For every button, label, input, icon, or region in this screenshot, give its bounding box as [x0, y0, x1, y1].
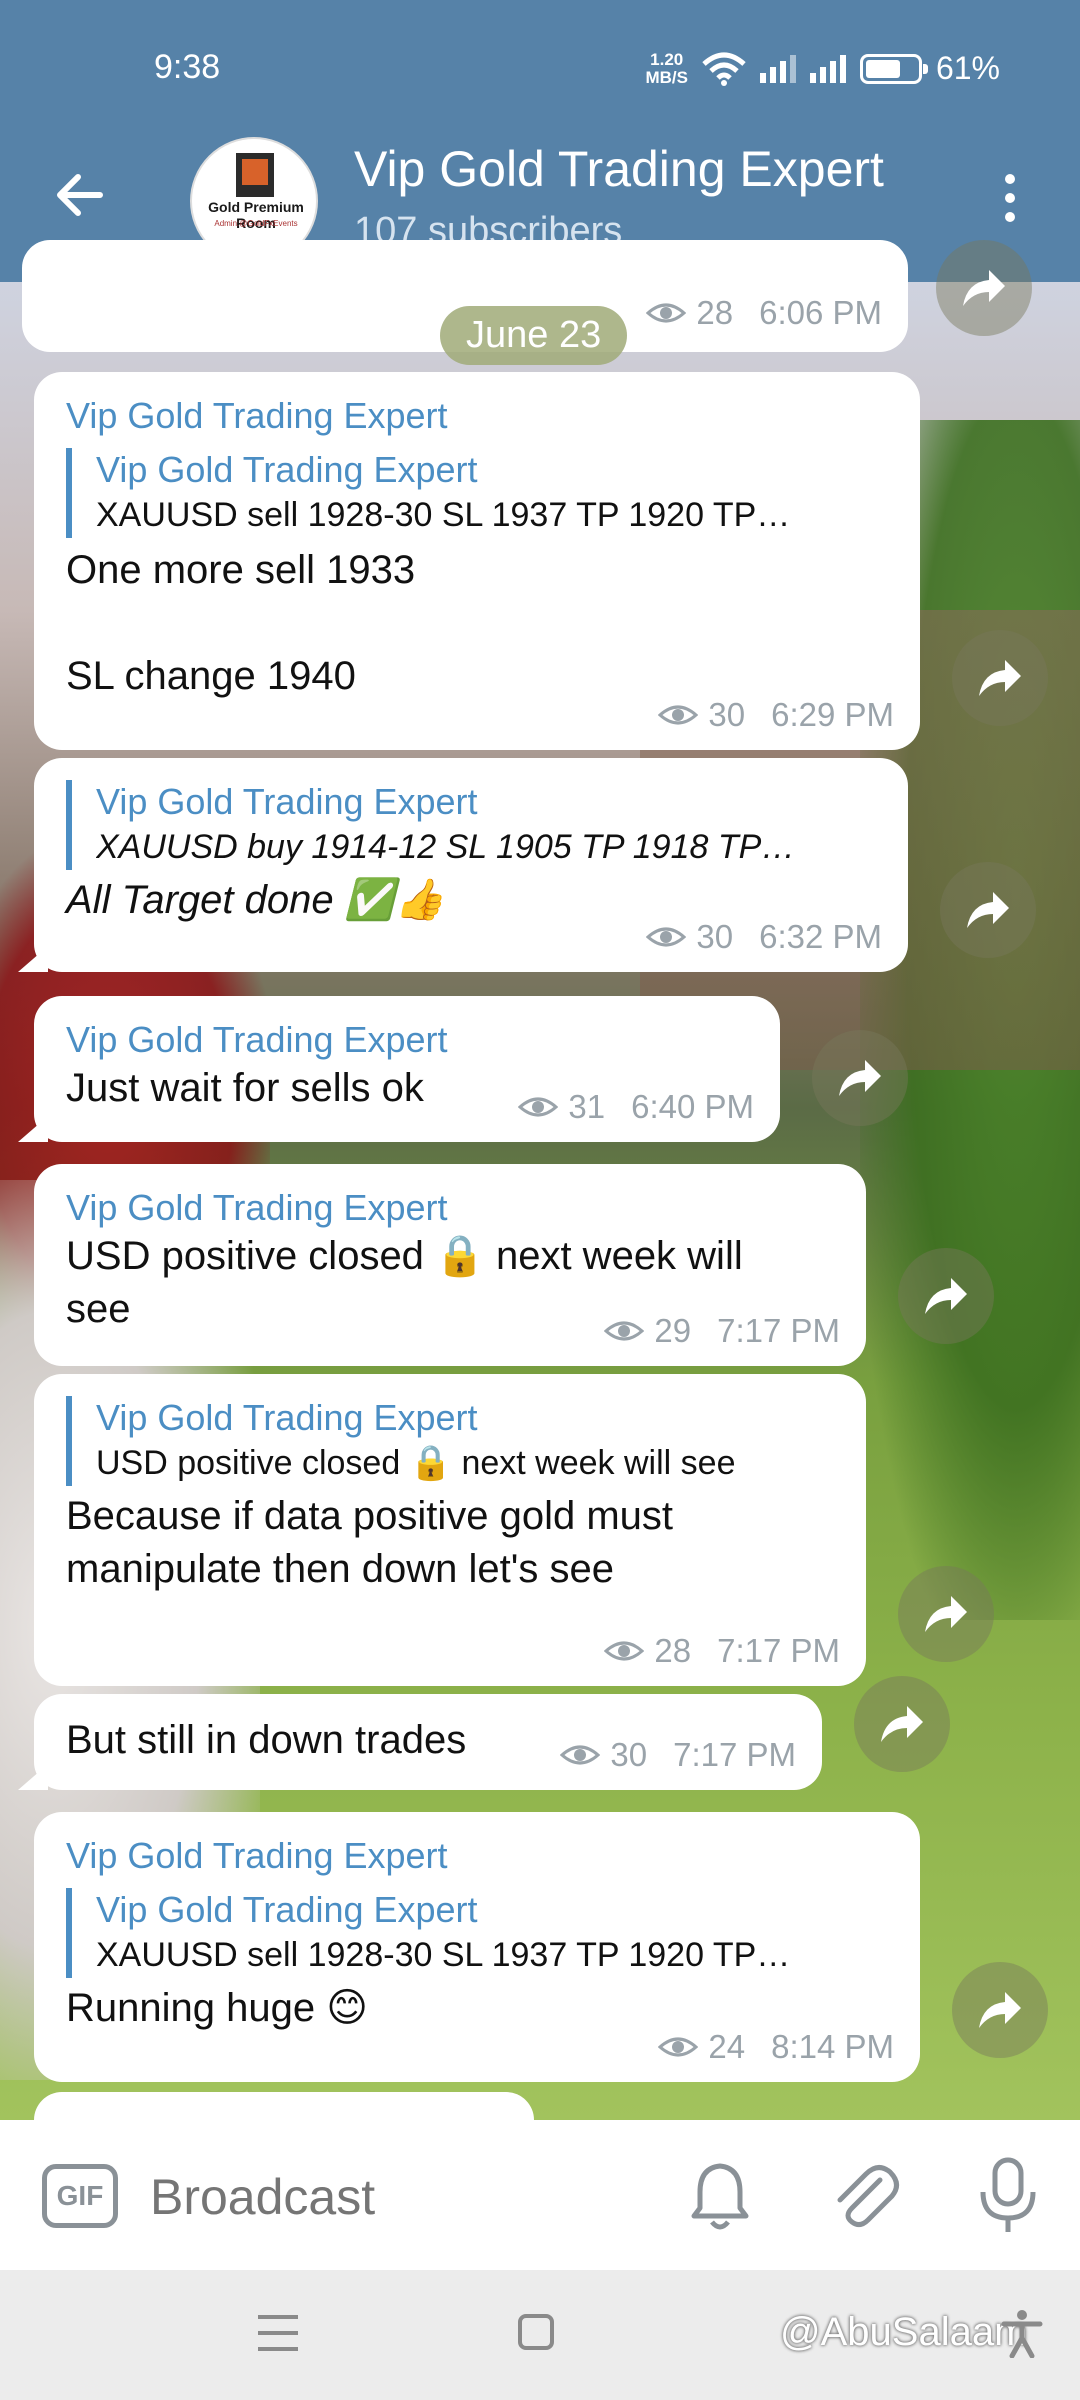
message-meta: 31 6:40 PM [518, 1088, 754, 1126]
message-text: Because if data positive gold must [66, 1494, 674, 1538]
share-button[interactable] [940, 862, 1036, 958]
reply-quote[interactable]: Vip Gold Trading Expert XAUUSD sell 1928… [66, 1888, 894, 1978]
share-icon [967, 892, 1009, 928]
eye-icon [646, 927, 687, 947]
share-button[interactable] [854, 1676, 950, 1772]
share-button[interactable] [952, 630, 1048, 726]
message-sender: Vip Gold Trading Expert [66, 1187, 448, 1228]
share-icon [839, 1060, 881, 1096]
share-button[interactable] [812, 1030, 908, 1126]
gif-button[interactable]: GIF [42, 2164, 118, 2228]
reply-quote[interactable]: Vip Gold Trading Expert USD positive clo… [66, 1396, 840, 1486]
eye-icon [646, 303, 687, 323]
message-sender: Vip Gold Trading Expert [66, 395, 448, 436]
battery-icon [859, 53, 928, 84]
share-button[interactable] [898, 1566, 994, 1662]
share-button[interactable] [952, 1962, 1048, 2058]
message-meta: 24 8:14 PM [658, 2028, 894, 2066]
microphone-icon[interactable] [975, 2156, 1041, 2236]
broadcast-input[interactable] [150, 2168, 650, 2226]
message-meta: 29 7:17 PM [604, 1312, 840, 1350]
signal-strength-icon [759, 54, 796, 83]
arrow-left-icon[interactable] [50, 165, 110, 225]
system-nav-bar: @AbuSalaam [0, 2270, 1080, 2400]
more-vertical-icon[interactable] [990, 168, 1030, 228]
message-meta: 30 7:17 PM [560, 1736, 796, 1774]
eye-icon [604, 1321, 645, 1341]
share-icon [925, 1596, 967, 1632]
message-sender: Vip Gold Trading Expert [66, 1835, 448, 1876]
wifi-icon [702, 52, 746, 86]
network-speed: 1.20 MB/S [645, 49, 688, 87]
home-icon[interactable] [518, 2314, 554, 2350]
watermark: @AbuSalaam [780, 2310, 1028, 2354]
signal-strength-icon-2 [809, 54, 846, 83]
message-bubble[interactable]: But still in down trades 30 7:17 PM [18, 1694, 822, 1790]
share-button[interactable] [898, 1248, 994, 1344]
message-meta: 30 6:32 PM [646, 918, 882, 956]
paperclip-icon[interactable] [830, 2160, 900, 2232]
reply-quote[interactable]: Vip Gold Trading Expert XAUUSD sell 1928… [66, 448, 894, 538]
recent-apps-icon[interactable] [258, 2315, 298, 2351]
message-text: One more sell 1933 [66, 548, 416, 592]
message-text: manipulate then down let's see [66, 1547, 614, 1591]
status-time: 9:38 [154, 48, 221, 86]
eye-icon [518, 1097, 559, 1117]
message-sender: Vip Gold Trading Expert [66, 1019, 448, 1060]
message-bubble[interactable]: Vip Gold Trading Expert Just wait for se… [18, 996, 780, 1142]
message-bubble[interactable]: Vip Gold Trading Expert Vip Gold Trading… [34, 372, 920, 750]
share-icon [963, 270, 1005, 306]
date-chip: June 23 [440, 306, 628, 365]
eye-icon [560, 1745, 601, 1765]
message-meta: 28 6:06 PM [646, 294, 882, 332]
share-icon [979, 660, 1021, 696]
channel-title[interactable]: Vip Gold Trading Expert [354, 140, 884, 198]
share-icon [881, 1706, 923, 1742]
logo-icon [236, 153, 274, 197]
message-bubble[interactable]: Vip Gold Trading Expert XAUUSD buy 1914-… [18, 758, 908, 972]
status-icons: 1.20 MB/S 61% [645, 50, 1000, 87]
message-meta: 30 6:29 PM [658, 696, 894, 734]
message-meta: 28 7:17 PM [604, 1632, 840, 1670]
accessibility-icon[interactable] [1000, 2308, 1044, 2358]
share-icon [979, 1992, 1021, 2028]
reply-quote[interactable]: Vip Gold Trading Expert XAUUSD buy 1914-… [66, 780, 882, 870]
share-icon [925, 1278, 967, 1314]
message-bubble[interactable]: Vip Gold Trading Expert USD positive clo… [34, 1374, 866, 1686]
eye-icon [658, 705, 699, 725]
bell-icon[interactable] [688, 2160, 752, 2232]
message-text: USD positive closed 🔒 next week will [66, 1234, 743, 1278]
input-bar: GIF [0, 2120, 1080, 2270]
share-button[interactable] [936, 240, 1032, 336]
eye-icon [604, 1641, 645, 1661]
message-bubble[interactable]: Vip Gold Trading Expert USD positive clo… [34, 1164, 866, 1366]
message-bubble[interactable]: Vip Gold Trading Expert Vip Gold Trading… [34, 1812, 920, 2082]
battery-percent: 61% [935, 50, 1000, 86]
eye-icon [658, 2037, 699, 2057]
